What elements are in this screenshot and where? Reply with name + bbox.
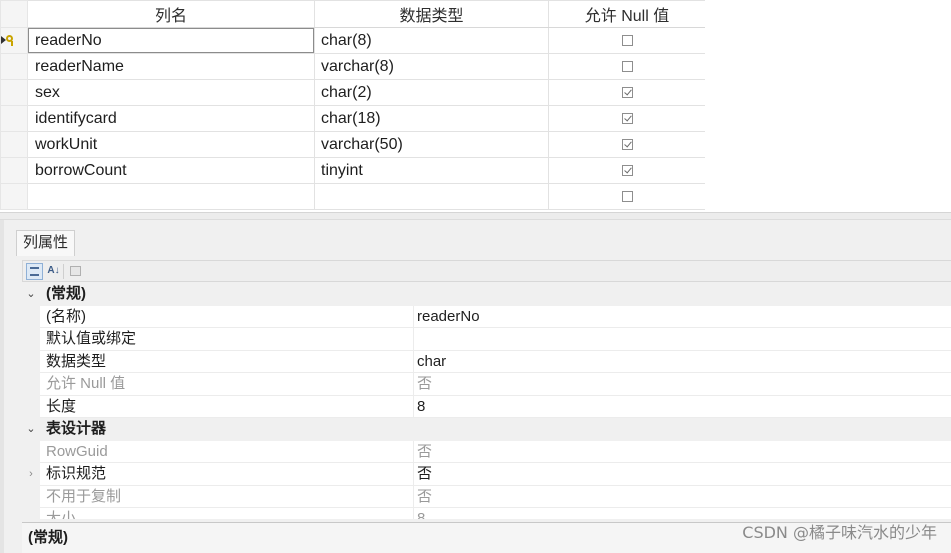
row-selector[interactable] <box>0 53 28 80</box>
watermark: CSDN @橘子味汽水的少年 <box>742 523 937 542</box>
allow-null-checkbox[interactable] <box>621 138 633 150</box>
category-label: (常规) <box>40 283 951 306</box>
collapse-chevron-icon[interactable]: ⌄ <box>22 283 40 306</box>
category-general[interactable]: ⌄ (常规) <box>22 283 951 306</box>
properties-toolbar: A↓ <box>22 260 951 282</box>
property-value[interactable]: 8 <box>413 395 951 418</box>
column-name-cell[interactable]: sex <box>27 79 315 106</box>
property-label: RowGuid <box>40 441 413 463</box>
property-label: 标识规范 <box>40 463 413 486</box>
table-row[interactable]: sex char(2) <box>0 79 706 106</box>
property-label: (名称) <box>40 306 413 328</box>
pane-splitter[interactable] <box>0 212 951 220</box>
table-row[interactable]: identifycard char(18) <box>0 105 706 132</box>
header-data-type[interactable]: 数据类型 <box>314 0 549 28</box>
property-value[interactable]: readerNo <box>413 305 951 328</box>
table-row[interactable]: readerName varchar(8) <box>0 53 706 80</box>
property-value[interactable] <box>413 328 951 351</box>
column-name-cell[interactable]: readerName <box>27 53 315 80</box>
allow-null-checkbox[interactable] <box>621 34 633 46</box>
property-value: 8 <box>413 508 951 519</box>
property-row[interactable]: › 标识规范 否 <box>22 463 951 486</box>
table-row[interactable]: workUnit varchar(50) <box>0 131 706 158</box>
row-selector[interactable] <box>0 157 28 184</box>
category-table-designer[interactable]: ⌄ 表设计器 <box>22 418 951 441</box>
property-value[interactable]: 否 <box>413 463 951 486</box>
property-row[interactable]: (名称) readerNo <box>22 305 951 328</box>
property-row: 大小 8 <box>22 508 951 519</box>
property-pages-icon <box>67 263 84 280</box>
property-row: 不用于复制 否 <box>22 485 951 508</box>
property-label: 允许 Null 值 <box>40 373 413 396</box>
data-type-cell[interactable] <box>314 183 549 210</box>
column-name-cell[interactable] <box>27 183 315 210</box>
property-value: 否 <box>413 373 951 396</box>
row-selector[interactable] <box>0 105 28 132</box>
column-grid: 列名 数据类型 允许 Null 值 readerNo char(8) reade… <box>0 0 951 212</box>
expand-chevron-icon[interactable]: › <box>22 463 40 486</box>
data-type-cell[interactable]: varchar(50) <box>314 131 549 158</box>
table-row[interactable]: borrowCount tinyint <box>0 157 706 184</box>
property-grid: ⌄ (常规) (名称) readerNo 默认值或绑定 数据类型 char 允许… <box>22 283 951 519</box>
column-name-cell[interactable]: identifycard <box>27 105 315 132</box>
property-label: 不用于复制 <box>40 486 413 508</box>
row-selector-header[interactable] <box>0 0 28 28</box>
grid-empty-area <box>705 0 951 212</box>
data-type-cell[interactable]: char(8) <box>314 27 549 54</box>
categorized-icon[interactable] <box>26 263 43 280</box>
column-table: 列名 数据类型 允许 Null 值 readerNo char(8) reade… <box>0 0 706 210</box>
tab-column-properties[interactable]: 列属性 <box>16 230 76 256</box>
toolbar-separator <box>63 264 64 279</box>
data-type-cell[interactable]: tinyint <box>314 157 549 184</box>
row-selector[interactable] <box>0 183 28 210</box>
table-row[interactable]: readerNo char(8) <box>0 27 706 54</box>
row-selector[interactable] <box>0 79 28 106</box>
sort-az-icon[interactable]: A↓ <box>45 263 62 280</box>
row-selector[interactable] <box>0 27 28 54</box>
allow-null-checkbox[interactable] <box>621 112 633 124</box>
property-value: 否 <box>413 485 951 508</box>
property-label: 大小 <box>40 508 413 519</box>
property-row[interactable]: 长度 8 <box>22 395 951 418</box>
column-properties-pane: 列属性 A↓ ⌄ (常规) (名称) readerNo 默认值或绑定 数据类型 … <box>0 220 951 553</box>
allow-null-checkbox[interactable] <box>621 86 633 98</box>
property-label: 长度 <box>40 396 413 418</box>
table-row-new[interactable] <box>0 183 706 210</box>
column-header-row: 列名 数据类型 允许 Null 值 <box>0 0 706 28</box>
column-name-cell[interactable]: borrowCount <box>27 157 315 184</box>
property-label: 默认值或绑定 <box>40 328 413 351</box>
category-label: 表设计器 <box>40 418 951 441</box>
header-column-name[interactable]: 列名 <box>27 0 315 28</box>
property-value[interactable]: char <box>413 350 951 373</box>
data-type-cell[interactable]: varchar(8) <box>314 53 549 80</box>
allow-null-checkbox[interactable] <box>621 190 633 202</box>
column-name-cell[interactable]: readerNo <box>28 28 314 53</box>
property-value: 否 <box>413 440 951 463</box>
property-row[interactable]: 默认值或绑定 <box>22 328 951 351</box>
column-name-cell[interactable]: workUnit <box>27 131 315 158</box>
header-allow-null[interactable]: 允许 Null 值 <box>548 0 706 28</box>
primary-key-icon <box>1 34 16 46</box>
property-row: RowGuid 否 <box>22 440 951 463</box>
row-selector[interactable] <box>0 131 28 158</box>
property-row[interactable]: 数据类型 char <box>22 350 951 373</box>
property-label: 数据类型 <box>40 351 413 373</box>
allow-null-checkbox[interactable] <box>621 60 633 72</box>
data-type-cell[interactable]: char(2) <box>314 79 549 106</box>
collapse-chevron-icon[interactable]: ⌄ <box>22 418 40 441</box>
data-type-cell[interactable]: char(18) <box>314 105 549 132</box>
allow-null-checkbox[interactable] <box>621 164 633 176</box>
property-row: 允许 Null 值 否 <box>22 373 951 396</box>
